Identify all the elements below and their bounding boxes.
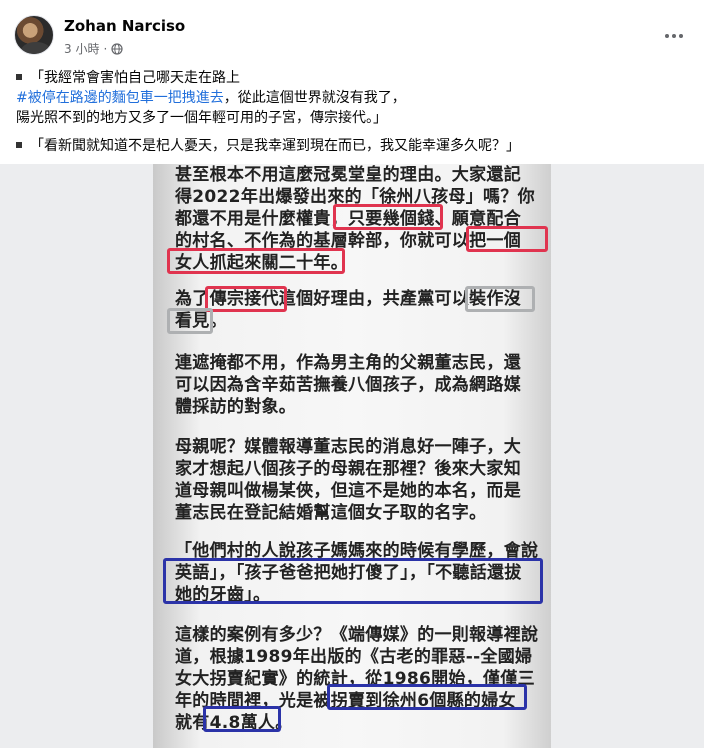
post-media[interactable]: 甚至根本不用這麼冠冕堂皇的理由。大家還記 得2022年出爆發出來的「徐州八孩母」…	[0, 164, 704, 748]
image-text-line: 道，根據1989年出版的《古老的罪惡--全國婦	[175, 647, 533, 667]
image-text-line: 得2022年出爆發出來的「徐州八孩母」嗎？你	[175, 187, 535, 207]
meta-separator: ·	[103, 41, 108, 56]
quote-text: 「我經常會害怕自己哪天走在路上	[30, 70, 240, 86]
image-paragraph-2: 為了傳宗接代這個好理由，共產黨可以裝作沒 看見。	[175, 288, 531, 332]
image-text-line: 家才想起八個孩子的母親在那裡？後來大家知	[175, 459, 521, 479]
post-body: 「我經常會害怕自己哪天走在路上 #被停在路邊的麵包車一把拽進去，從此這個世界就沒…	[16, 68, 688, 156]
image-text-line: 就有4.8萬人。	[175, 713, 293, 733]
post-header: Zohan Narciso 3 小時 ·	[0, 0, 704, 64]
author-avatar[interactable]	[14, 15, 54, 55]
image-text-line: 年的時間裡，光是被拐賣到徐州6個縣的婦女	[175, 691, 516, 711]
quote-1-line-2: #被停在路邊的麵包車一把拽進去，從此這個世界就沒有我了，	[16, 88, 688, 108]
more-options-dot	[672, 34, 676, 38]
image-text-line: 都還不用是什麼權貴，只要幾個錢、願意配合	[175, 209, 521, 229]
image-text-line: 道母親叫做楊某俠，但這不是她的本名，而是	[175, 481, 521, 501]
image-text-line: 「他們村的人說孩子媽媽來的時候有學歷，會說	[175, 541, 539, 561]
quote-2: 「看新聞就知道不是杞人憂天，只是我幸運到現在而已，我又能幸運多久呢？」	[16, 136, 688, 156]
image-paragraph-3: 連遮掩都不用，作為男主角的父親董志民，還 可以因為含辛茹苦撫養八個孩子，成為網路…	[175, 352, 531, 418]
quote-text: 「看新聞就知道不是杞人憂天，只是我幸運到現在而已，我又能幸運多久呢？」	[30, 138, 520, 154]
image-text-line: 連遮掩都不用，作為男主角的父親董志民，還	[175, 353, 521, 373]
quote-1-line-3: 陽光照不到的地方又多了一個年輕可用的子宮，傳宗接代。」	[16, 110, 387, 126]
image-text-line: 甚至根本不用這麼冠冕堂皇的理由。大家還記	[175, 165, 521, 185]
image-text-line: 可以因為含辛茹苦撫養八個孩子，成為網路媒	[175, 375, 521, 395]
quote-text: ，從此這個世界就沒有我了，	[223, 90, 406, 106]
more-options-button[interactable]	[660, 22, 688, 50]
hashtag-link[interactable]: #被停在路邊的麵包車一把拽進去	[16, 90, 224, 106]
image-text-line: 的村名、不作為的基層幹部，你就可以把一個	[175, 231, 521, 251]
image-text-line: 女人抓起來關二十年。	[175, 253, 348, 273]
image-paragraph-6: 這樣的案例有多少？《端傳媒》的一則報導裡說 道，根據1989年出版的《古老的罪惡…	[175, 624, 539, 734]
image-text-line: 董志民在登記結婚幫這個女子取的名字。	[175, 503, 487, 523]
image-text-line: 為了傳宗接代這個好理由，共產黨可以裝作沒	[175, 289, 521, 309]
more-options-dot	[679, 34, 683, 38]
globe-icon	[111, 42, 123, 55]
image-paragraph-5: 「他們村的人說孩子媽媽來的時候有學歷，會說 英語」，「孩子爸爸把她打傻了」，「不…	[175, 540, 539, 606]
image-text-line: 體採訪的對象。	[175, 397, 297, 417]
quote-1-line-1: 「我經常會害怕自己哪天走在路上	[16, 68, 688, 88]
bullet-icon	[16, 142, 22, 148]
image-text-line: 英語」，「孩子爸爸把她打傻了」，「不聽話還拔	[175, 563, 522, 583]
image-text-line: 她的牙齒」。	[175, 585, 271, 605]
post-meta: 3 小時 ·	[64, 40, 123, 57]
image-paragraph-1: 甚至根本不用這麼冠冕堂皇的理由。大家還記 得2022年出爆發出來的「徐州八孩母」…	[175, 164, 535, 274]
image-text-line: 母親呢？媒體報導董志民的消息好一陣子，大	[175, 437, 521, 457]
bullet-icon	[16, 74, 22, 80]
article-screenshot-image[interactable]: 甚至根本不用這麼冠冕堂皇的理由。大家還記 得2022年出爆發出來的「徐州八孩母」…	[153, 164, 551, 748]
post-time[interactable]: 3 小時	[64, 40, 99, 57]
more-options-icon	[665, 34, 669, 38]
image-text-line: 女大拐賣紀實》的統計，從1986開始，僅僅三	[175, 669, 535, 689]
author-name[interactable]: Zohan Narciso	[64, 17, 185, 35]
image-text-line: 這樣的案例有多少？《端傳媒》的一則報導裡說	[175, 625, 539, 645]
image-paragraph-4: 母親呢？媒體報導董志民的消息好一陣子，大 家才想起八個孩子的母親在那裡？後來大家…	[175, 436, 531, 524]
image-text-line: 看見。	[175, 311, 227, 331]
